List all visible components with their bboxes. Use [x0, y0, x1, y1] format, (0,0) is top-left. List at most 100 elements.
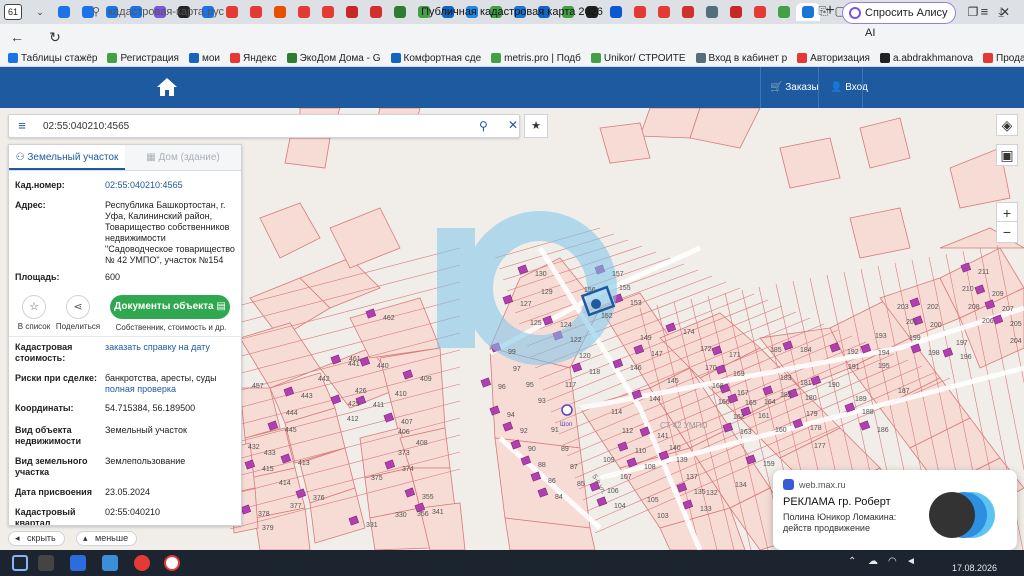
- alice-button[interactable]: Спросить Алису AI: [842, 2, 956, 39]
- browser-tab[interactable]: [652, 3, 676, 21]
- bookmark-item[interactable]: Вход в кабинет р: [695, 53, 787, 64]
- browser-tab[interactable]: [340, 3, 364, 21]
- object-documents-button[interactable]: Документы объекта ▤: [110, 295, 230, 319]
- home-icon[interactable]: [156, 77, 178, 97]
- browser-tab[interactable]: [772, 3, 796, 21]
- cart-icon: 🛒: [770, 82, 783, 93]
- browser-tab[interactable]: [316, 3, 340, 21]
- reload-icon[interactable]: ↻: [42, 29, 68, 46]
- bookmark-item[interactable]: Unikor/ СТРОИТЕ: [590, 53, 686, 64]
- browser-tab[interactable]: [676, 3, 700, 21]
- browser-tab[interactable]: [268, 3, 292, 21]
- network-icon[interactable]: ☁: [868, 556, 878, 567]
- building-footprint[interactable]: [596, 496, 608, 507]
- ad-notification[interactable]: web.max.ru РЕКЛАМА гр. Роберт Полина Юни…: [773, 470, 1017, 550]
- taskbar-clock[interactable]: 17.08.2026: [952, 563, 997, 573]
- browser-tab[interactable]: [700, 3, 724, 21]
- hide-panel-button[interactable]: ◂ скрыть: [8, 531, 65, 546]
- building-footprint[interactable]: [383, 412, 395, 423]
- menu-icon[interactable]: ≡: [981, 4, 999, 19]
- building-footprint[interactable]: [942, 347, 954, 358]
- bookmark-item[interactable]: Авторизация: [797, 53, 870, 64]
- parcel-number-label: 104: [614, 503, 626, 510]
- browser-tab[interactable]: [796, 3, 820, 21]
- browser-tab[interactable]: [484, 3, 508, 21]
- edge-icon[interactable]: [70, 555, 86, 571]
- bookmark-item[interactable]: Яндекс: [229, 53, 277, 64]
- parcel-number-label: 184: [800, 347, 812, 354]
- bookmark-item[interactable]: Комфортная сде: [390, 52, 482, 64]
- user-icon: 👤: [830, 82, 843, 93]
- quarter-label: Кадастровый квартал: [15, 507, 76, 526]
- shop-marker-icon[interactable]: [561, 404, 573, 416]
- bookmark-label: Комфортная сде: [403, 52, 482, 64]
- bookmark-item[interactable]: metris.pro | Подб: [491, 53, 581, 64]
- full-check-link[interactable]: полная проверка: [105, 384, 176, 394]
- less-button[interactable]: ▴ меньше: [76, 531, 138, 546]
- building-footprint[interactable]: [665, 322, 677, 333]
- browser-tab[interactable]: [580, 3, 604, 21]
- parcel-number-label: 407: [401, 419, 413, 426]
- yandex-browser-icon[interactable]: [164, 555, 180, 571]
- browser-tab[interactable]: [364, 3, 388, 21]
- tab-land-plot[interactable]: ⚇ Земельный участок: [9, 145, 125, 170]
- risks-text: банкротства, аресты, суды: [105, 373, 217, 383]
- download-icon[interactable]: ⤓: [998, 4, 1014, 19]
- site-info-icon[interactable]: ⚲: [92, 5, 104, 19]
- volume-icon[interactable]: ◄: [906, 556, 916, 567]
- bookmark-item[interactable]: a.abdrakhmanova: [879, 53, 973, 64]
- address-domain[interactable]: кадастровая-карта.рус: [108, 6, 224, 18]
- browser-tab[interactable]: [388, 3, 412, 21]
- tab-building[interactable]: ▦ Дом (здание): [125, 145, 241, 170]
- layers-icon[interactable]: ◈: [996, 114, 1018, 136]
- building-footprint[interactable]: [571, 362, 583, 373]
- browser-tab[interactable]: [244, 3, 268, 21]
- close-icon[interactable]: ✕: [508, 118, 518, 132]
- browser-tab[interactable]: [628, 3, 652, 21]
- tab-favicon-icon: [514, 6, 526, 18]
- task-view-icon[interactable]: [38, 555, 54, 571]
- yandex-icon[interactable]: [134, 555, 150, 571]
- cost-link[interactable]: заказать справку на дату: [105, 342, 235, 353]
- bookmark-item[interactable]: Продаю двухкомн: [983, 53, 1024, 64]
- star-icon[interactable]: ★: [524, 114, 548, 138]
- favorite-button[interactable]: ☆: [22, 295, 46, 319]
- wifi-icon[interactable]: ◠: [888, 556, 897, 567]
- bookmark-icon[interactable]: ⎘: [818, 4, 828, 18]
- browser-tab[interactable]: [604, 3, 628, 21]
- browser-tab[interactable]: [412, 3, 436, 21]
- browser-tab[interactable]: [52, 3, 76, 21]
- fullscreen-icon[interactable]: ▣: [996, 144, 1018, 166]
- parcel-number-label: 189: [855, 396, 867, 403]
- search-icon[interactable]: ⚲: [479, 119, 488, 133]
- bookmark-item[interactable]: мои: [188, 53, 220, 64]
- ad-title: РЕКЛАМА гр. Роберт: [783, 496, 891, 508]
- browser-tab[interactable]: [532, 3, 556, 21]
- cad-number-value[interactable]: 02:55:040210:4565: [105, 180, 235, 191]
- tab-favicon-icon: [418, 6, 430, 18]
- zoom-out-button[interactable]: −: [996, 221, 1018, 243]
- tab-count-badge[interactable]: 61: [4, 4, 22, 20]
- bookmark-label: Регистрация: [120, 52, 179, 64]
- tab-list-chevron-icon[interactable]: ⌄: [28, 3, 52, 21]
- bookmark-item[interactable]: Таблицы стажёр: [8, 53, 97, 64]
- file-explorer-icon[interactable]: [102, 555, 118, 571]
- browser-tab[interactable]: [292, 3, 316, 21]
- browser-tab[interactable]: [556, 3, 580, 21]
- search-input[interactable]: [43, 118, 463, 134]
- browser-tab[interactable]: [748, 3, 772, 21]
- tray-chevron-icon[interactable]: ⌃: [848, 556, 856, 567]
- hamburger-menu-icon[interactable]: ≡: [9, 115, 35, 137]
- bookmark-item[interactable]: Регистрация: [107, 52, 179, 64]
- back-arrow-icon[interactable]: ←: [4, 29, 30, 45]
- windows-start-icon[interactable]: [12, 555, 28, 571]
- building-footprint[interactable]: [859, 420, 871, 431]
- browser-tab[interactable]: [508, 3, 532, 21]
- share-button[interactable]: ⋖: [66, 295, 90, 319]
- orders-button[interactable]: 🛒 Заказы: [764, 67, 819, 108]
- browser-tab[interactable]: [460, 3, 484, 21]
- browser-tab[interactable]: [436, 3, 460, 21]
- browser-tab[interactable]: [724, 3, 748, 21]
- building-footprint[interactable]: [480, 377, 492, 388]
- bookmark-item[interactable]: ЭкоДом Дома - G: [286, 53, 381, 64]
